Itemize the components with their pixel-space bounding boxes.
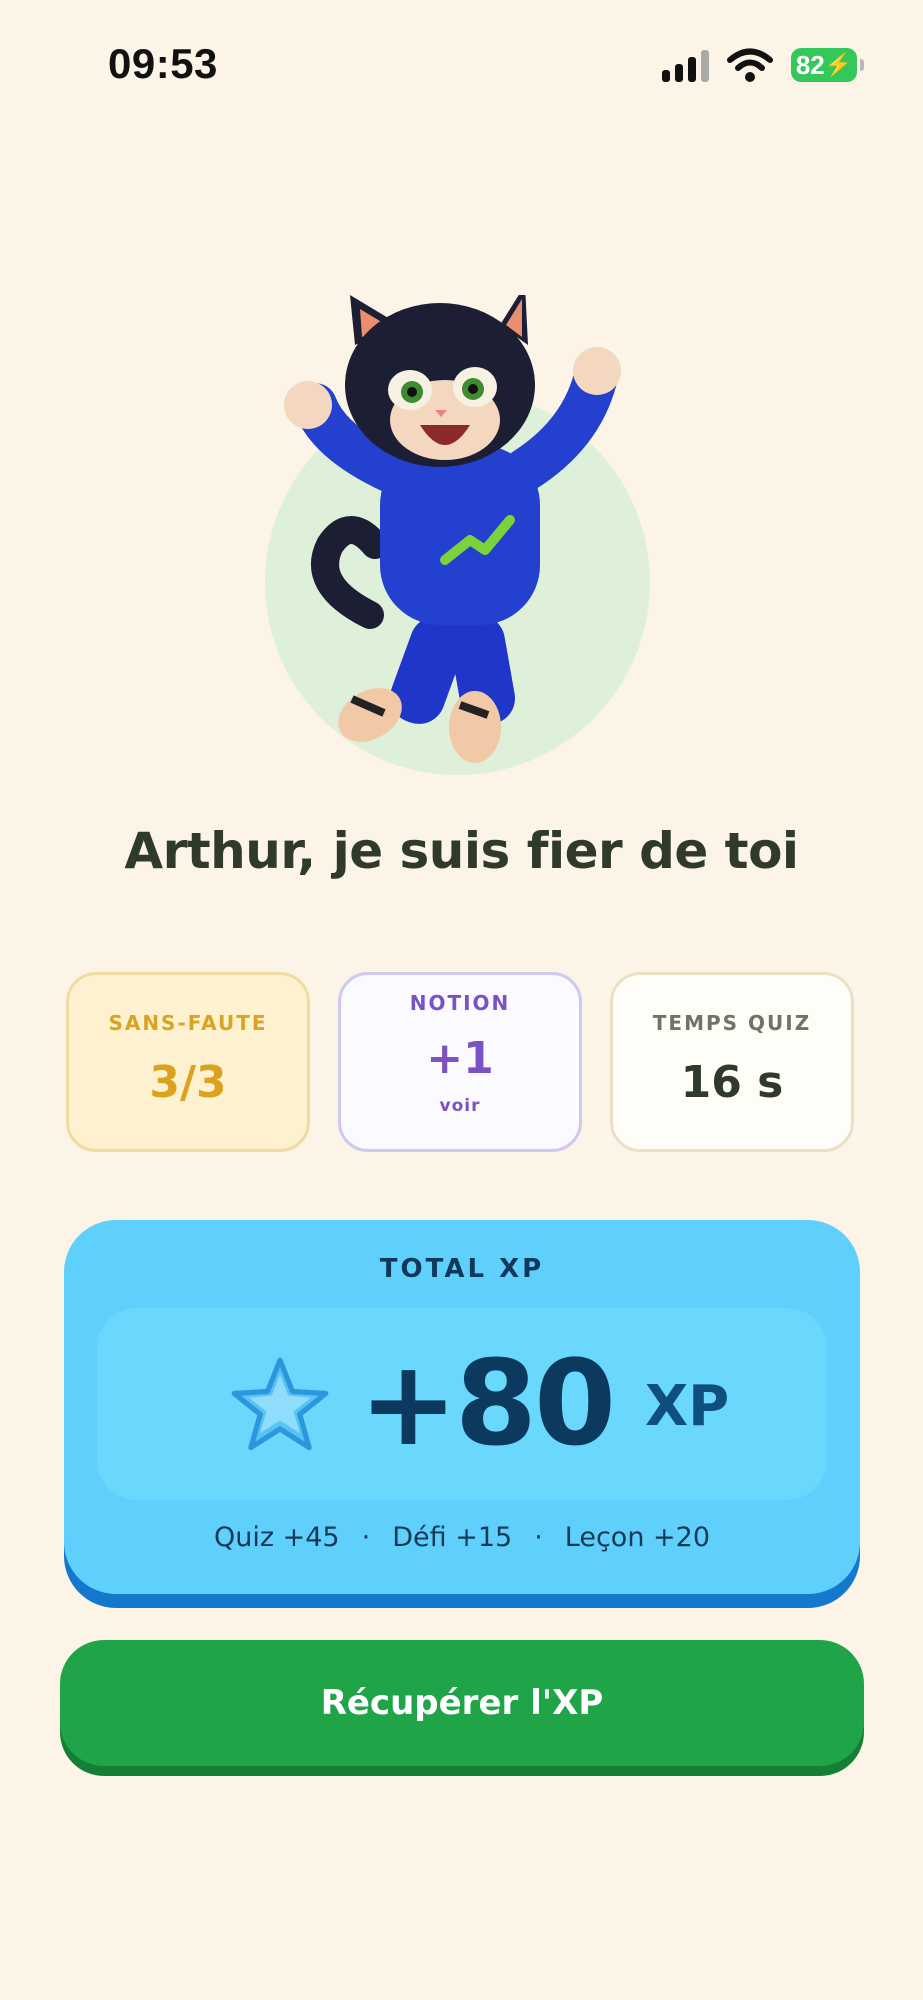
xp-amount: +80 <box>359 1334 616 1472</box>
xp-breakdown-defi: Défi +15 <box>392 1522 513 1553</box>
stat-card-notion[interactable]: NOTION +1 voir <box>338 972 582 1152</box>
xp-amount-panel: +80 XP <box>97 1308 827 1500</box>
stat-card-temps-quiz: TEMPS QUIZ 16 s <box>610 972 854 1152</box>
xp-breakdown-quiz: Quiz +45 <box>214 1522 340 1553</box>
battery-level: 82 <box>795 49 825 80</box>
xp-unit: XP <box>645 1374 730 1439</box>
xp-breakdown: Quiz +45 · Défi +15 · Leçon +20 <box>64 1522 860 1553</box>
battery-icon: 82 ⚡ <box>791 48 864 82</box>
stat-label: NOTION <box>409 991 511 1015</box>
stat-value: 3/3 <box>149 1057 227 1108</box>
voir-link[interactable]: voir <box>341 1096 579 1116</box>
status-time: 09:53 <box>108 40 218 87</box>
wifi-icon <box>727 48 773 82</box>
mascot <box>260 295 660 775</box>
stat-label: SANS-FAUTE <box>108 1011 268 1035</box>
star-icon <box>231 1357 329 1451</box>
total-xp-card: TOTAL XP +80 XP Quiz +45 · Défi +15 · Leçon … <box>64 1220 860 1594</box>
separator: · <box>534 1522 543 1553</box>
headline: Arthur, je suis fier de toi <box>124 822 799 880</box>
separator: · <box>361 1522 371 1553</box>
xp-title: TOTAL XP <box>379 1254 545 1284</box>
xp-breakdown-lecon: Leçon +20 <box>564 1522 710 1553</box>
recuperer-xp-button[interactable]: Récupérer l'XP <box>60 1640 864 1766</box>
stat-card-sans-faute: SANS-FAUTE 3/3 <box>66 972 310 1152</box>
stat-label: TEMPS QUIZ <box>652 1011 812 1035</box>
signal-icon <box>662 48 709 82</box>
stat-value: 16 s <box>680 1057 784 1108</box>
stat-value: +1 <box>426 1033 494 1084</box>
cat-mascot-icon <box>284 295 621 763</box>
status-icons: 82 ⚡ <box>662 48 864 82</box>
